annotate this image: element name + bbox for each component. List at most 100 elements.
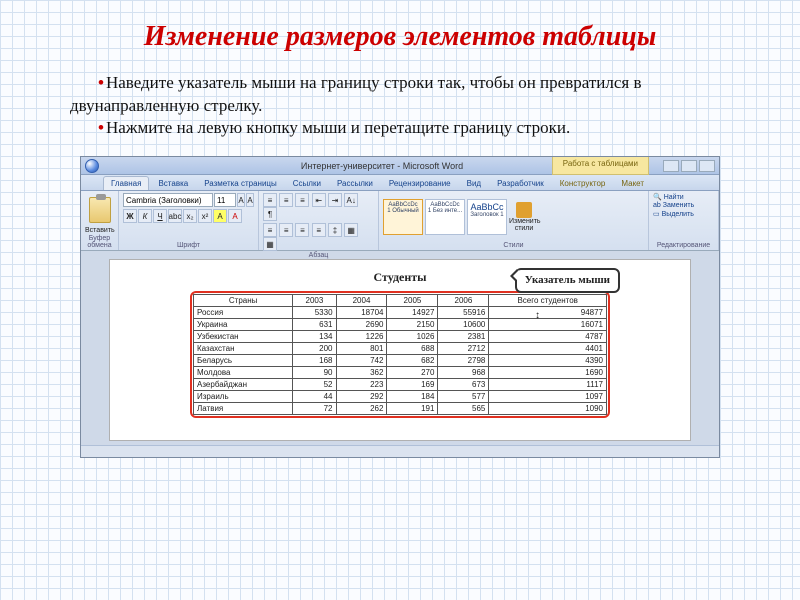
table-cell: 14927 — [387, 307, 438, 319]
find-button[interactable]: 🔍Найти — [653, 193, 684, 201]
numbering-icon[interactable]: ≡ — [279, 193, 293, 207]
select-button[interactable]: ▭Выделить — [653, 210, 694, 218]
resize-cursor-icon: ↕ — [535, 310, 540, 321]
minimize-button[interactable] — [663, 160, 679, 172]
close-button[interactable] — [699, 160, 715, 172]
tab-refs[interactable]: Ссылки — [286, 177, 328, 190]
table-cell: 168 — [293, 355, 336, 367]
tab-maket[interactable]: Макет — [614, 177, 651, 190]
table-cell: 72 — [293, 403, 336, 415]
sup-icon[interactable]: x² — [198, 209, 212, 223]
fontcolor-icon[interactable]: A — [228, 209, 242, 223]
table-cell: Израиль — [194, 391, 293, 403]
tab-review[interactable]: Рецензирование — [382, 177, 458, 190]
tab-insert[interactable]: Вставка — [151, 177, 195, 190]
clipboard-group: Буфер обмена — [85, 234, 114, 250]
table-row[interactable]: Казахстан20080168827124401 — [194, 343, 607, 355]
italic-icon[interactable]: К — [138, 209, 152, 223]
font-size-input[interactable] — [214, 193, 236, 207]
scrollbar[interactable] — [81, 445, 719, 457]
table-row[interactable]: Израиль442921845771097 — [194, 391, 607, 403]
replace-button[interactable]: abЗаменить — [653, 202, 694, 209]
bullet-1: Наведите указатель мыши на границу строк… — [70, 73, 641, 115]
table-cell: 18704 — [336, 307, 387, 319]
shrink-font-icon[interactable]: A — [246, 193, 254, 207]
tab-design[interactable]: Конструктор — [553, 177, 613, 190]
table-cell: 94877 — [489, 307, 607, 319]
table-cell: 4390 — [489, 355, 607, 367]
tab-view[interactable]: Вид — [460, 177, 488, 190]
instructions: •Наведите указатель мыши на границу стро… — [0, 64, 800, 153]
sub-icon[interactable]: x₂ — [183, 209, 197, 223]
style-heading1[interactable]: AaBbCcЗаголовок 1 — [467, 199, 507, 235]
word-window: Интернет-университет - Microsoft Word Ра… — [80, 156, 720, 458]
select-icon: ▭ — [653, 210, 660, 218]
tab-dev[interactable]: Разработчик — [490, 177, 551, 190]
change-styles-button[interactable]: Изменить стили — [509, 202, 539, 232]
table-cell: Украина — [194, 319, 293, 331]
table-cell: 1117 — [489, 379, 607, 391]
table-cell: 2712 — [438, 343, 489, 355]
style-nospace[interactable]: AaBbCcDc1 Без инте... — [425, 199, 465, 235]
table-cell: 577 — [438, 391, 489, 403]
table-cell: 565 — [438, 403, 489, 415]
table-cell: Казахстан — [194, 343, 293, 355]
table-row[interactable]: Молдова903622709681690 — [194, 367, 607, 379]
table-cell: 1690 — [489, 367, 607, 379]
indent-inc-icon[interactable]: ⇥ — [328, 193, 342, 207]
bullets-icon[interactable]: ≡ — [263, 193, 277, 207]
table-cell: Азербайджан — [194, 379, 293, 391]
justify-icon[interactable]: ≡ — [312, 223, 326, 237]
table-row[interactable]: Беларусь16874268227984390 — [194, 355, 607, 367]
find-icon: 🔍 — [653, 193, 662, 201]
tab-layout[interactable]: Разметка страницы — [197, 177, 284, 190]
table-cell: Беларусь — [194, 355, 293, 367]
table-header: 2006 — [438, 295, 489, 307]
table-header: 2005 — [387, 295, 438, 307]
underline-icon[interactable]: Ч — [153, 209, 167, 223]
paste-icon[interactable] — [89, 197, 111, 223]
table-cell: 742 — [336, 355, 387, 367]
table-row[interactable]: Украина631269021501060016071 — [194, 319, 607, 331]
highlight-icon[interactable]: A — [213, 209, 227, 223]
table-cell: 55916 — [438, 307, 489, 319]
align-center-icon[interactable]: ≡ — [279, 223, 293, 237]
font-name-input[interactable] — [123, 193, 213, 207]
data-table[interactable]: Страны2003200420052006Всего студентов Ро… — [193, 294, 607, 415]
grow-font-icon[interactable]: A — [237, 193, 245, 207]
table-cell: 44 — [293, 391, 336, 403]
tab-home[interactable]: Главная — [103, 176, 149, 190]
table-cell: 2150 — [387, 319, 438, 331]
indent-dec-icon[interactable]: ⇤ — [312, 193, 326, 207]
table-cell: 90 — [293, 367, 336, 379]
table-cell: 292 — [336, 391, 387, 403]
office-button[interactable] — [85, 159, 99, 173]
table-cell: 270 — [387, 367, 438, 379]
tab-mail[interactable]: Рассылки — [330, 177, 380, 190]
style-normal[interactable]: AaBbCcDc1 Обычный — [383, 199, 423, 235]
shading-icon[interactable]: ▦ — [344, 223, 358, 237]
table-header: Страны — [194, 295, 293, 307]
align-left-icon[interactable]: ≡ — [263, 223, 277, 237]
font-group: Шрифт — [123, 241, 254, 250]
align-right-icon[interactable]: ≡ — [295, 223, 309, 237]
bold-icon[interactable]: Ж — [123, 209, 137, 223]
table-cell: 184 — [387, 391, 438, 403]
multilevel-icon[interactable]: ≡ — [295, 193, 309, 207]
callout: Указатель мыши — [515, 268, 620, 292]
linespacing-icon[interactable]: ‡ — [328, 223, 342, 237]
table-cell: 169 — [387, 379, 438, 391]
table-selection: Страны2003200420052006Всего студентов Ро… — [190, 291, 610, 418]
strike-icon[interactable]: abc — [168, 209, 182, 223]
borders-icon[interactable]: ▦ — [263, 237, 277, 251]
table-cell: Узбекистан — [194, 331, 293, 343]
pilcrow-icon[interactable]: ¶ — [263, 207, 277, 221]
table-row[interactable]: Латвия722621915651090 — [194, 403, 607, 415]
sort-icon[interactable]: A↓ — [344, 193, 358, 207]
table-row[interactable]: Узбекистан1341226102623814787 — [194, 331, 607, 343]
table-row[interactable]: Россия533018704149275591694877 — [194, 307, 607, 319]
maximize-button[interactable] — [681, 160, 697, 172]
ribbon: Вставить Буфер обмена A A Ж К Ч abc x₂ x… — [81, 191, 719, 251]
table-row[interactable]: Азербайджан522231696731117 — [194, 379, 607, 391]
table-cell: 16071 — [489, 319, 607, 331]
